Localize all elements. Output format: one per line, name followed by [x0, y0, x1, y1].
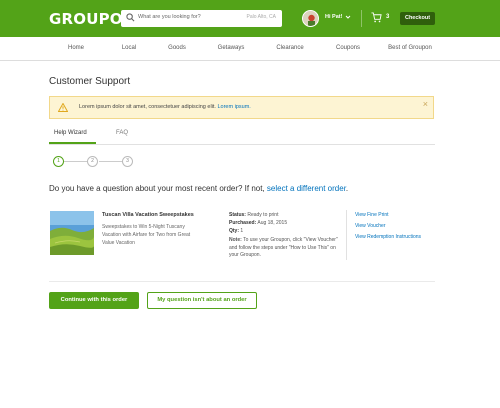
alert-text: Lorem ipsum dolor sit amet, consectetuer…: [79, 104, 218, 110]
deal-title[interactable]: Tuscan Villa Vacation Sweepstakes: [102, 212, 194, 218]
step-3: 3: [122, 156, 133, 167]
avatar-image: [303, 11, 318, 26]
step-1: 1: [53, 156, 64, 167]
view-redemption-instructions-link[interactable]: View Redemption Instructions: [355, 234, 421, 240]
alert-link[interactable]: Lorem ipsum.: [217, 104, 250, 110]
step-connector: [64, 161, 87, 162]
search-bar[interactable]: What are you looking for? Palo Alto, CA: [121, 10, 282, 27]
order-note: Note: To use your Groupon, click "View V…: [229, 237, 339, 260]
top-header: GROUPON What are you looking for? Palo A…: [0, 0, 500, 37]
select-different-order-link[interactable]: select a different order: [267, 184, 346, 193]
continue-with-order-button[interactable]: Continue with this order: [49, 292, 139, 309]
tab-faq[interactable]: FAQ: [116, 130, 128, 136]
purchased-label: Purchased:: [229, 220, 257, 226]
tab-divider: [49, 144, 435, 145]
user-greeting[interactable]: Hi Pat!: [325, 14, 342, 20]
tuscan-landscape-image: [50, 211, 94, 255]
order-qty: Qty: 1: [229, 228, 243, 234]
page-title: Customer Support: [49, 76, 131, 87]
search-icon: [126, 13, 135, 22]
step-connector: [99, 161, 122, 162]
alert-banner: Lorem ipsum dolor sit amet, consectetuer…: [49, 96, 434, 119]
header-divider: [361, 10, 362, 27]
section-divider: [49, 281, 435, 282]
close-icon[interactable]: ×: [423, 100, 428, 109]
column-divider: [346, 210, 347, 260]
deal-description: Sweepstakes to Win 5-Night Tuscany Vacat…: [102, 224, 191, 246]
question-end: .: [345, 184, 349, 193]
cart-icon[interactable]: [371, 12, 382, 23]
nav-item-clearance[interactable]: Clearance: [276, 45, 303, 51]
status-label: Status:: [229, 212, 246, 218]
note-label: Note:: [229, 237, 242, 243]
tab-help-wizard[interactable]: Help Wizard: [54, 130, 87, 136]
nav-item-local[interactable]: Local: [122, 45, 136, 51]
qty-value: 1: [240, 228, 244, 234]
order-question: Do you have a question about your most r…: [49, 184, 348, 193]
order-status: Status: Ready to print: [229, 212, 278, 218]
cart-count[interactable]: 3: [386, 14, 389, 20]
view-voucher-link[interactable]: View Voucher: [355, 223, 385, 229]
search-input[interactable]: What are you looking for?: [138, 14, 201, 20]
warning-icon: [58, 103, 68, 112]
step-2: 2: [87, 156, 98, 167]
order-purchased: Purchased: Aug 18, 2015: [229, 220, 287, 226]
location-input[interactable]: Palo Alto, CA: [247, 14, 276, 20]
alert-message: Lorem ipsum dolor sit amet, consectetuer…: [79, 104, 251, 110]
checkout-button[interactable]: Checkout: [400, 12, 435, 25]
not-about-order-button[interactable]: My question isn't about an order: [147, 292, 257, 309]
category-nav: Home Local Goods Getaways Clearance Coup…: [0, 37, 500, 61]
qty-label: Qty:: [229, 228, 239, 234]
question-text: Do you have a question about your most r…: [49, 184, 267, 193]
avatar[interactable]: [302, 10, 319, 27]
purchased-value: Aug 18, 2015: [257, 220, 288, 226]
deal-thumbnail[interactable]: [50, 211, 94, 255]
status-value: Ready to print: [247, 212, 279, 218]
nav-item-best-of-groupon[interactable]: Best of Groupon: [388, 45, 432, 51]
nav-item-coupons[interactable]: Coupons: [336, 45, 360, 51]
nav-item-home[interactable]: Home: [68, 45, 84, 51]
chevron-down-icon[interactable]: [345, 14, 351, 20]
note-text: To use your Groupon, click "View Voucher…: [229, 237, 338, 258]
nav-item-goods[interactable]: Goods: [168, 45, 186, 51]
nav-item-getaways[interactable]: Getaways: [218, 45, 245, 51]
view-fine-print-link[interactable]: View Fine Print: [355, 212, 389, 218]
